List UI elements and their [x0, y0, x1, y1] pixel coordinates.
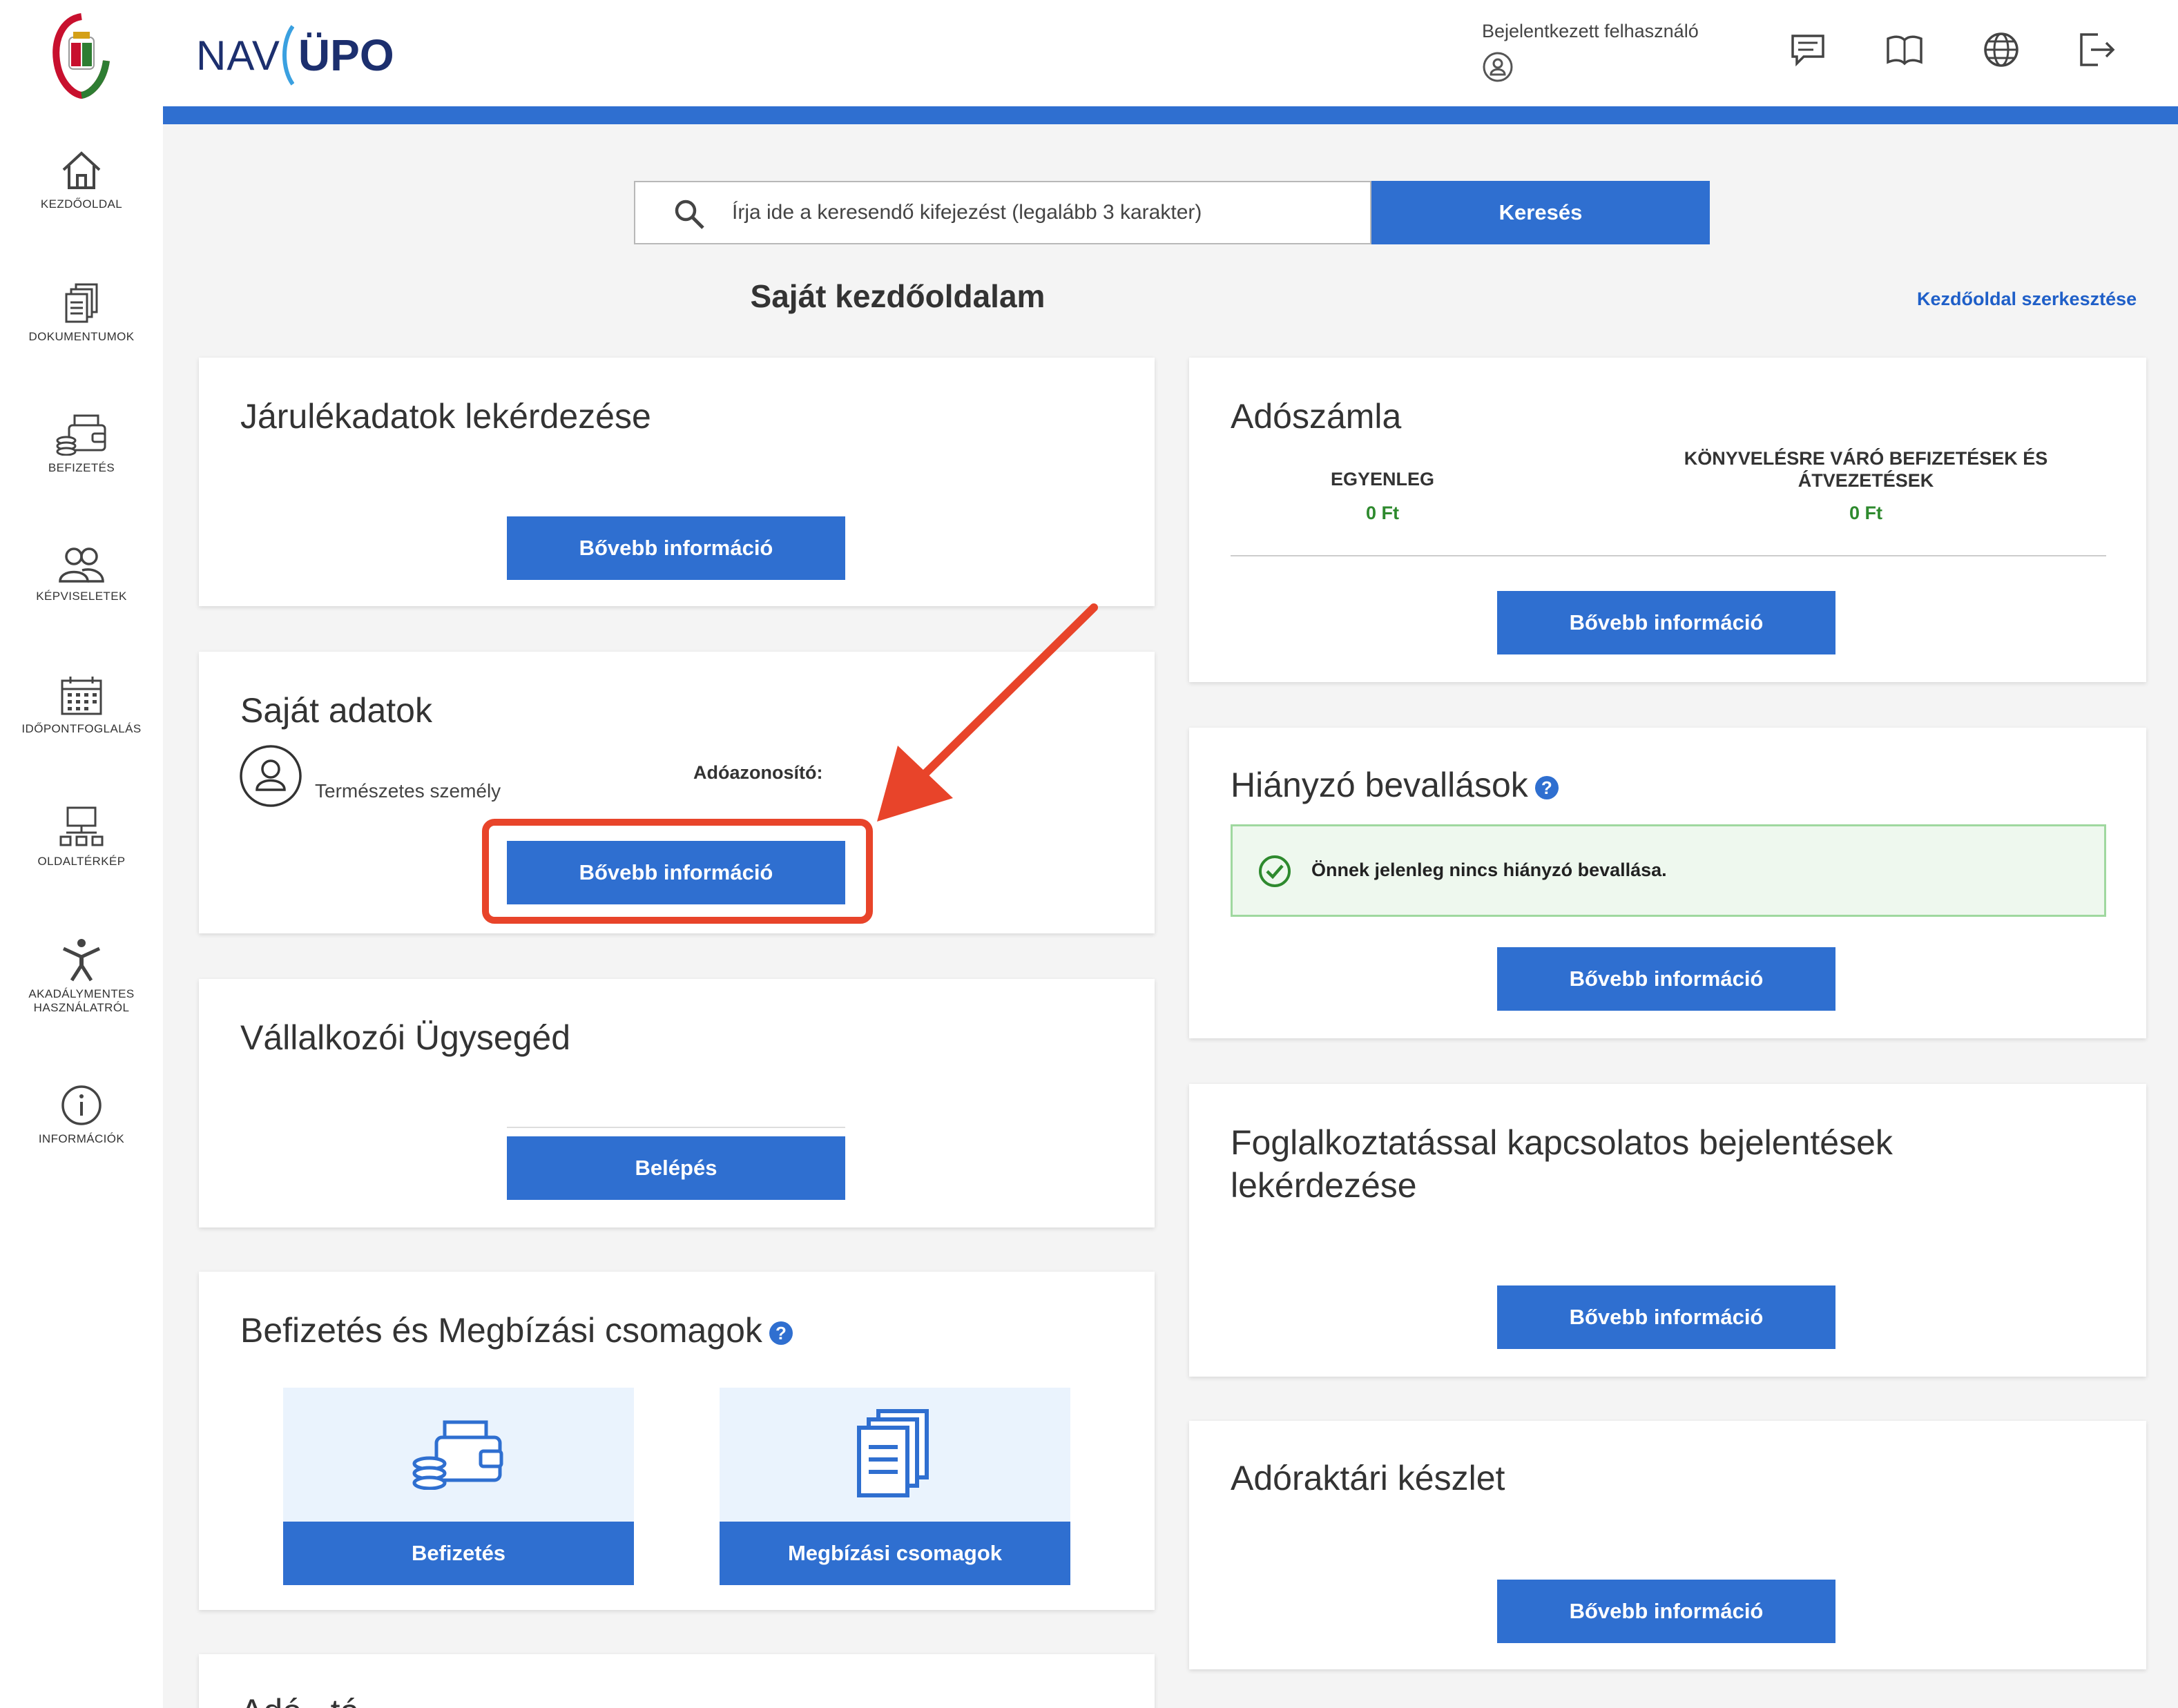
- card-foglalkoztatas: Foglalkoztatással kapcsolatos bejelentés…: [1189, 1084, 2146, 1377]
- balance-value: 0 Ft: [1365, 503, 1399, 523]
- success-alert: Önnek jelenleg nincs hiányzó bevallása.: [1231, 824, 2106, 917]
- sitemap-icon: [59, 806, 104, 846]
- home-icon: [62, 151, 101, 189]
- more-info-button[interactable]: Bővebb információ: [1497, 1580, 1835, 1643]
- header-accent-bar: [163, 106, 2178, 124]
- sidebar-label: OLDALTÉRKÉP: [37, 855, 126, 868]
- card-title-text: Befizetés és Megbízási csomagok: [240, 1311, 762, 1350]
- card-title: Adó...tá...: [240, 1690, 388, 1708]
- page-title: Saját kezdőoldalam: [750, 278, 1045, 314]
- card-title-text: Hiányzó bevallások: [1231, 766, 1528, 804]
- more-info-button[interactable]: Bővebb információ: [507, 516, 845, 580]
- card-title-line1: Foglalkoztatással kapcsolatos bejelentés…: [1231, 1123, 1893, 1162]
- card-sajat-adatok: Saját adatok Természetes személy Adóazon…: [199, 652, 1155, 933]
- sidebar-item-oldalterkep[interactable]: OLDALTÉRKÉP: [0, 806, 163, 868]
- more-info-button[interactable]: Bővebb információ: [1497, 591, 1835, 654]
- logged-in-user-label: Bejelentkezett felhasználó: [1482, 21, 1699, 41]
- sidebar-item-akadalymentes[interactable]: AKADÁLYMENTES HASZNÁLATRÓL: [0, 938, 163, 1015]
- card-title: Hiányzó bevallások?: [1231, 764, 1559, 806]
- sidebar-label: DOKUMENTUMOK: [28, 330, 135, 343]
- sidebar-label: BEFIZETÉS: [48, 461, 115, 474]
- megbizasi-csomagok-button[interactable]: Megbízási csomagok: [720, 1522, 1070, 1585]
- person-type-label: Természetes személy: [315, 780, 501, 802]
- sidebar-item-idopontfoglalas[interactable]: IDŐPONTFOGLALÁS: [0, 675, 163, 736]
- card-title: Vállalkozói Ügysegéd: [240, 1018, 571, 1057]
- card-partial: Adó...tá...: [199, 1654, 1155, 1708]
- card-jarulekadatok: Járulékadatok lekérdezése Bővebb informá…: [199, 358, 1155, 606]
- more-info-button[interactable]: Bővebb információ: [1497, 947, 1835, 1011]
- card-adoraktari-keszlet: Adóraktári készlet Bővebb információ: [1189, 1421, 2146, 1669]
- documents-icon: [65, 283, 98, 323]
- card-title: Befizetés és Megbízási csomagok?: [240, 1309, 793, 1352]
- hungarian-seal-logo[interactable]: [48, 12, 115, 99]
- globe-language-icon[interactable]: [1982, 30, 2021, 69]
- people-icon: [59, 547, 104, 583]
- edit-homepage-link[interactable]: Kezdőoldal szerkesztése: [1917, 289, 2137, 310]
- card-title: Járulékadatok lekérdezése: [240, 397, 651, 436]
- manual-book-icon[interactable]: [1885, 30, 1924, 69]
- sidebar-label: KEZDŐOLDAL: [40, 197, 123, 211]
- check-circle-icon: [1259, 855, 1291, 887]
- login-button[interactable]: Belépés: [507, 1136, 845, 1200]
- card-title: Adóraktári készlet: [1231, 1459, 1505, 1497]
- search-button[interactable]: Keresés: [1371, 181, 1710, 244]
- divider: [507, 1127, 845, 1128]
- search-box: [634, 181, 1371, 244]
- top-header: [163, 0, 2178, 106]
- calendar-icon: [61, 677, 102, 715]
- tile-megbizasi-csomagok[interactable]: Megbízási csomagok: [720, 1388, 1070, 1585]
- info-icon: [61, 1085, 102, 1125]
- card-title: Foglalkoztatással kapcsolatos bejelentés…: [1231, 1121, 1893, 1207]
- balance-header: EGYENLEG: [1330, 469, 1435, 489]
- card-befizetes-megbizasi: Befizetés és Megbízási csomagok? Befizet…: [199, 1272, 1155, 1610]
- logout-icon[interactable]: [2077, 30, 2116, 69]
- sidebar-item-kepviseletek[interactable]: KÉPVISELETEK: [0, 545, 163, 603]
- divider: [1231, 555, 2106, 556]
- documents-icon: [857, 1409, 929, 1497]
- brand-nav-text: NAV: [196, 32, 280, 79]
- sidebar-label: HASZNÁLATRÓL: [33, 1001, 130, 1014]
- tile-befizetes[interactable]: Befizetés: [283, 1388, 634, 1585]
- tax-id-label: Adóazonosító:: [693, 762, 823, 783]
- sidebar-item-kezdooldal[interactable]: KEZDŐOLDAL: [0, 149, 163, 211]
- search-input[interactable]: [732, 182, 1353, 243]
- sidebar-label: KÉPVISELETEK: [36, 590, 127, 603]
- user-avatar-icon[interactable]: [1482, 51, 1514, 83]
- card-adoszamla: Adószámla EGYENLEG 0 Ft KÖNYVELÉSRE VÁRÓ…: [1189, 358, 2146, 682]
- success-message: Önnek jelenleg nincs hiányzó bevallása.: [1311, 860, 1667, 880]
- help-icon[interactable]: ?: [769, 1321, 793, 1345]
- help-icon[interactable]: ?: [1534, 775, 1559, 799]
- wallet-icon: [412, 1420, 503, 1490]
- search-icon: [675, 200, 704, 229]
- sidebar-label: AKADÁLYMENTES: [28, 987, 135, 1000]
- more-info-button[interactable]: Bővebb információ: [507, 841, 845, 904]
- brand-upo-text: ÜPO: [298, 30, 394, 80]
- brand-arc: [282, 25, 294, 86]
- pending-payments-header-line1: KÖNYVELÉSRE VÁRÓ BEFIZETÉSEK ÉS: [1684, 448, 2048, 469]
- befizetes-button[interactable]: Befizetés: [283, 1522, 634, 1585]
- wallet-icon: [56, 414, 106, 456]
- messages-icon[interactable]: [1789, 30, 1827, 69]
- card-title: Saját adatok: [240, 691, 432, 730]
- pending-payments-value: 0 Ft: [1849, 503, 1882, 523]
- sidebar-label: INFORMÁCIÓK: [38, 1132, 125, 1145]
- card-title: Adószámla: [1231, 397, 1402, 436]
- card-title-line2: lekérdezése: [1231, 1166, 1417, 1205]
- sidebar-item-befizetes[interactable]: BEFIZETÉS: [0, 413, 163, 475]
- sidebar-item-dokumentumok[interactable]: DOKUMENTUMOK: [0, 282, 163, 344]
- pending-payments-header: KÖNYVELÉSRE VÁRÓ BEFIZETÉSEK ÉS ÁTVEZETÉ…: [1659, 447, 2073, 492]
- more-info-button[interactable]: Bővebb információ: [1497, 1285, 1835, 1349]
- brand-logo[interactable]: NAV ÜPO: [196, 21, 394, 90]
- card-hianyzo-bevallasok: Hiányzó bevallások? Önnek jelenleg nincs…: [1189, 728, 2146, 1038]
- pending-payments-header-line2: ÁTVEZETÉSEK: [1798, 470, 1934, 491]
- accessibility-icon: [62, 939, 101, 982]
- card-vallalkozoi-ugyseged: Vállalkozói Ügysegéd Belépés: [199, 979, 1155, 1227]
- person-avatar-icon: [240, 745, 302, 807]
- sidebar: KEZDŐOLDAL DOKUMENTUMOK BEFIZETÉS KÉPVIS…: [0, 0, 163, 1708]
- sidebar-label: IDŐPONTFOGLALÁS: [21, 722, 142, 735]
- sidebar-item-informaciok[interactable]: INFORMÁCIÓK: [0, 1084, 163, 1146]
